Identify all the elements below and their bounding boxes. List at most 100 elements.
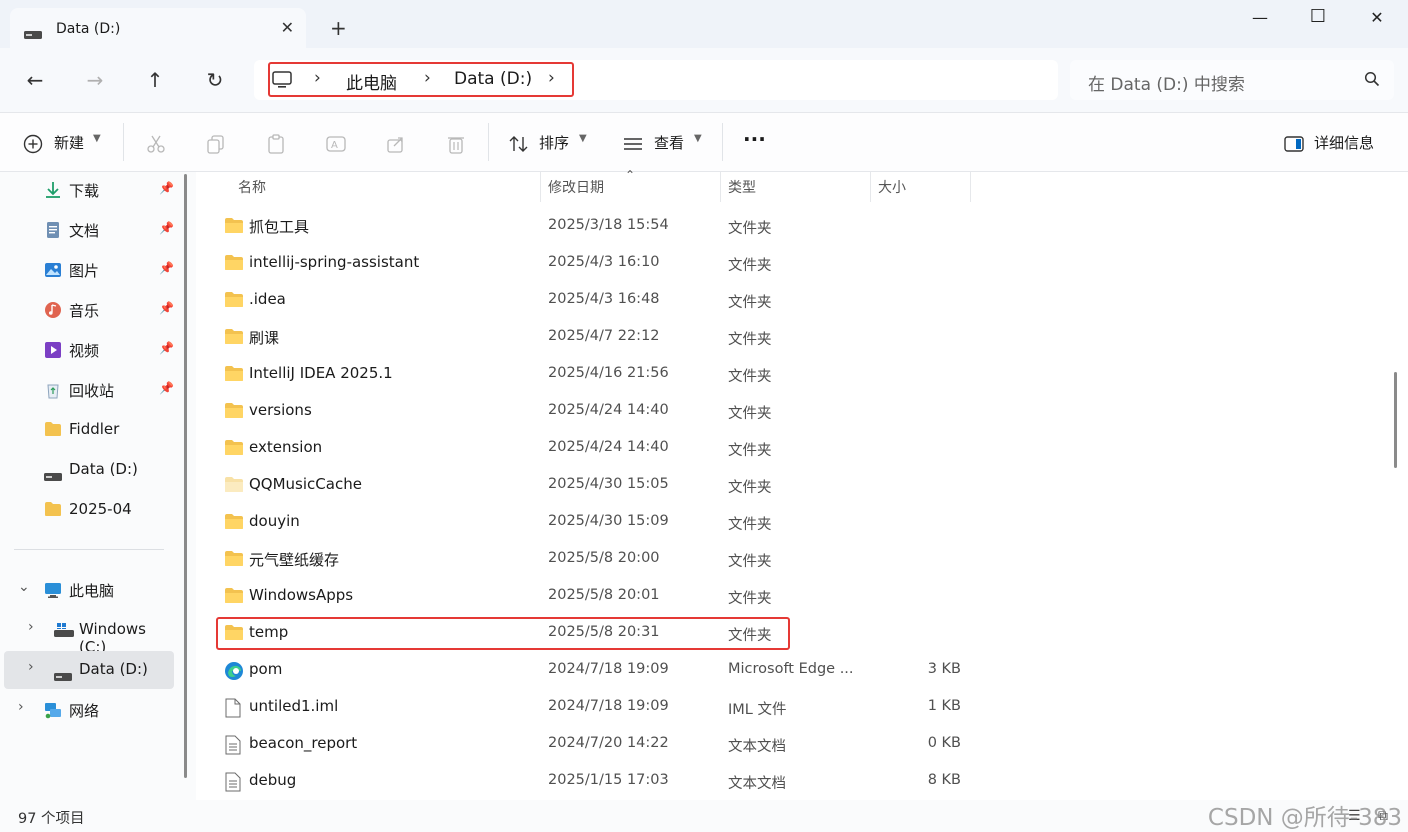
file-modified-date: 2025/4/30 15:09 [548, 513, 669, 529]
edge-icon [224, 661, 244, 680]
file-row[interactable]: IntelliJ IDEA 2025.1 2025/4/16 21:56 文件夹 [216, 356, 986, 393]
up-button[interactable]: ↑ [140, 68, 170, 92]
chevron-right-icon[interactable]: › [18, 699, 24, 715]
details-pane-button[interactable]: 详细信息 [1314, 132, 1374, 153]
delete-icon[interactable] [445, 133, 467, 155]
sort-button[interactable]: 排序 [539, 132, 569, 153]
new-tab-button[interactable]: + [330, 18, 347, 38]
details-pane-icon [1283, 133, 1305, 155]
file-row[interactable]: douyin 2025/4/30 15:09 文件夹 [216, 504, 986, 541]
refresh-button[interactable]: ↻ [200, 68, 230, 92]
sidebar-item-data-d[interactable]: Data (D:) [4, 451, 174, 489]
sidebar-item-fiddler[interactable]: Fiddler [4, 411, 174, 449]
file-row[interactable]: debug 2025/1/15 17:03 文本文档 8 KB [216, 763, 986, 800]
file-size: 3 KB [927, 661, 961, 677]
sidebar-item-data-d-tree[interactable]: › Data (D:) [4, 651, 174, 689]
file-row[interactable]: beacon_report 2024/7/20 14:22 文本文档 0 KB [216, 726, 986, 763]
file-row[interactable]: intellij-spring-assistant 2025/4/3 16:10 文… [216, 245, 986, 282]
breadcrumb-expand-separator[interactable]: › [548, 68, 555, 88]
column-header-size[interactable]: 大小 [878, 177, 906, 197]
divider [488, 123, 489, 161]
copy-icon[interactable] [205, 133, 227, 155]
column-divider[interactable] [870, 172, 871, 202]
pin-icon: 📌 [159, 181, 174, 195]
file-type: IML 文件 [728, 702, 787, 718]
sidebar-item-music[interactable]: 音乐 📌 [4, 291, 174, 329]
sidebar-item-documents[interactable]: 文档 📌 [4, 211, 174, 249]
view-button[interactable]: 查看 [654, 132, 684, 153]
file-name: douyin [249, 512, 300, 530]
sidebar-item-label: 音乐 [69, 302, 100, 320]
back-button[interactable]: ← [20, 68, 50, 92]
sidebar-item-this-pc[interactable]: ⌄ 此电脑 [4, 571, 174, 609]
rename-icon[interactable]: A [325, 133, 347, 155]
cut-icon[interactable] [145, 133, 167, 155]
folder-icon [224, 439, 244, 457]
this-pc-icon [44, 581, 62, 599]
file-name: 元气壁纸缓存 [249, 551, 340, 569]
file-row[interactable]: .idea 2025/4/3 16:48 文件夹 [216, 282, 986, 319]
sidebar-item-network[interactable]: › 网络 [4, 691, 174, 729]
minimize-button[interactable]: — [1237, 8, 1283, 32]
file-row[interactable]: QQMusicCache 2025/4/30 15:05 文件夹 [216, 467, 986, 504]
folder-icon [224, 254, 244, 272]
sidebar-item-downloads[interactable]: 下载 📌 [4, 171, 174, 209]
sidebar-scrollbar[interactable] [184, 174, 187, 778]
file-row[interactable]: pom 2024/7/18 19:09 Microsoft Edge ... 3 KB [216, 652, 986, 689]
document-icon [44, 221, 62, 239]
new-button[interactable]: 新建 [54, 132, 84, 153]
file-icon [224, 698, 244, 718]
sidebar-item-recycle-bin[interactable]: 回收站 📌 [4, 371, 174, 409]
paste-icon[interactable] [265, 133, 287, 155]
column-header-name[interactable]: 名称 [238, 177, 266, 197]
column-divider[interactable] [720, 172, 721, 202]
column-divider[interactable] [970, 172, 971, 202]
chevron-right-icon[interactable]: › [28, 659, 34, 675]
file-modified-date: 2025/4/24 14:40 [548, 402, 669, 418]
sidebar-item-2025-04[interactable]: 2025-04 [4, 491, 174, 529]
file-size: 1 KB [927, 698, 961, 714]
file-list-scrollbar[interactable] [1394, 372, 1397, 468]
breadcrumb-data-d[interactable]: Data (D:) [454, 69, 532, 89]
folder-icon [224, 365, 244, 383]
file-row[interactable]: 刷课 2025/4/7 22:12 文件夹 [216, 319, 986, 356]
search-box[interactable]: 在 Data (D:) 中搜索 [1070, 60, 1394, 100]
file-row[interactable]: 元气壁纸缓存 2025/5/8 20:00 文件夹 [216, 541, 986, 578]
sidebar-item-videos[interactable]: 视频 📌 [4, 331, 174, 369]
file-row[interactable]: extension 2025/4/24 14:40 文件夹 [216, 430, 986, 467]
file-name: 刷课 [249, 329, 280, 347]
file-row[interactable]: WindowsApps 2025/5/8 20:01 文件夹 [216, 578, 986, 615]
file-type: 文件夹 [728, 591, 772, 607]
chevron-right-icon[interactable]: › [28, 619, 34, 635]
sidebar-item-windows-c[interactable]: › Windows (C:) [4, 611, 174, 656]
file-name: WindowsApps [249, 586, 354, 604]
share-icon[interactable] [385, 133, 407, 155]
column-header-type[interactable]: 类型 [728, 177, 756, 197]
column-header-date[interactable]: 修改日期 [548, 177, 604, 197]
sidebar-item-label: 下载 [69, 182, 100, 200]
file-modified-date: 2025/4/3 16:10 [548, 254, 660, 270]
close-window-button[interactable]: ✕ [1354, 8, 1400, 32]
tab-close-icon[interactable]: ✕ [281, 18, 294, 37]
column-divider[interactable] [540, 172, 541, 202]
file-row[interactable]: versions 2025/4/24 14:40 文件夹 [216, 393, 986, 430]
chevron-down-icon[interactable]: ⌄ [18, 579, 30, 595]
text-file-icon [224, 772, 244, 792]
search-input[interactable]: 在 Data (D:) 中搜索 [1088, 70, 1245, 95]
file-name: untiled1.iml [249, 697, 339, 715]
folder-icon [224, 513, 244, 531]
file-row[interactable]: 抓包工具 2025/3/18 15:54 文件夹 [216, 208, 986, 245]
maximize-button[interactable]: ☐ [1295, 6, 1341, 30]
forward-button[interactable]: → [80, 68, 110, 92]
address-bar[interactable]: › 此电脑 › Data (D:) › [254, 60, 1058, 100]
sidebar-item-pictures[interactable]: 图片 📌 [4, 251, 174, 289]
file-list: 名称 ⌃ 修改日期 类型 大小 抓包工具 2025/3/18 15:54 文件夹 in… [196, 168, 1408, 800]
breadcrumb-this-pc[interactable]: 此电脑 [346, 69, 397, 94]
more-options-button[interactable]: ··· [743, 127, 766, 151]
tab-data-d[interactable]: Data (D:) ✕ [10, 8, 306, 48]
file-row[interactable]: untiled1.iml 2024/7/18 19:09 IML 文件 1 KB [216, 689, 986, 726]
file-size: 8 KB [927, 772, 961, 788]
file-type: 文件夹 [728, 221, 772, 237]
divider [722, 123, 723, 161]
sidebar-item-label: 网络 [69, 702, 100, 720]
